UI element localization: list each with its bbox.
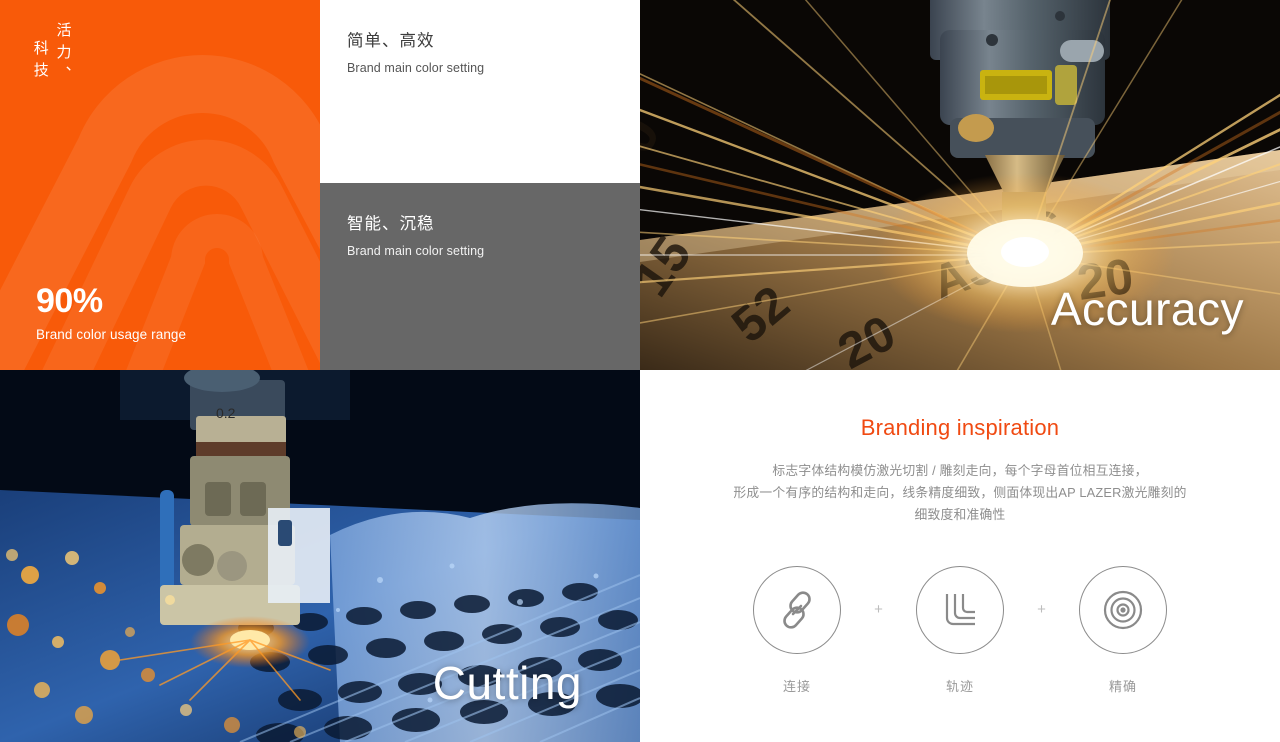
swatch-card-white: 简单、高效 Brand main color setting: [320, 0, 640, 183]
nested-corner-path-icon: [945, 594, 975, 626]
concept-icon-frame: [916, 566, 1004, 654]
concept-icon-frame: [1079, 566, 1167, 654]
brand-color-panel: 活力、 科技 90% Brand color usage range: [0, 0, 320, 370]
paragraph-line: 细致度和准确性: [914, 507, 1006, 522]
paragraph-line: 形成一个有序的结构和走向，线条精度细致，侧面体现出AP LAZER激光雕刻的: [733, 485, 1187, 500]
cutting-caption: Cutting: [432, 657, 582, 709]
concept-label: 精确: [1108, 679, 1137, 694]
vertical-brand-slogan: 活力、 科技: [0, 22, 320, 142]
concentric-target-icon: [1103, 590, 1143, 630]
brand-guideline-page: 活力、 科技 90% Brand color usage range 简单、高效…: [0, 0, 1280, 742]
concept-item-precision[interactable]: 精确: [1057, 566, 1190, 695]
stat-value: 90%: [36, 282, 103, 320]
accuracy-caption: Accuracy: [1050, 283, 1244, 335]
slogan-column-2: 科技: [31, 40, 49, 84]
inspiration-paragraph: 标志字体结构模仿激光切割 / 雕刻走向，每个字母首位相互连接， 形成一个有序的结…: [640, 460, 1280, 526]
plus-separator: +: [1037, 601, 1046, 618]
photo-cutting: 0.2 Cutting: [0, 370, 640, 742]
slogan-column-1: 活力、: [54, 22, 72, 88]
swatch-card-gray: 智能、沉稳 Brand main color setting: [320, 183, 640, 370]
branding-inspiration-section: Branding inspiration 标志字体结构模仿激光切割 / 雕刻走向…: [640, 370, 1280, 742]
concept-item-trajectory[interactable]: 轨迹: [894, 566, 1027, 695]
swatch-subtitle: Brand main color setting: [347, 60, 485, 75]
brand-swatch-column: 简单、高效 Brand main color setting 智能、沉稳 Bra…: [320, 0, 640, 370]
svg-text:0.2: 0.2: [216, 405, 236, 421]
concept-item-connect[interactable]: 连接: [731, 566, 864, 695]
concept-label: 轨迹: [945, 679, 974, 694]
swatch-title: 简单、高效: [347, 32, 435, 50]
plus-separator: +: [874, 601, 883, 618]
photo-accuracy: 70 15 52 20 A3 +C 20: [640, 0, 1280, 370]
swatch-subtitle: Brand main color setting: [347, 243, 485, 258]
inspiration-title: Branding inspiration: [860, 415, 1060, 440]
swatch-title: 智能、沉稳: [347, 215, 435, 233]
concept-icon-frame: [753, 566, 841, 654]
concept-label: 连接: [782, 679, 811, 694]
paragraph-line: 标志字体结构模仿激光切割 / 雕刻走向，每个字母首位相互连接，: [772, 463, 1148, 478]
chain-link-icon: [783, 591, 811, 629]
concept-icon-row: 连接 + 轨迹 + 精确: [640, 566, 1280, 695]
brand-color-usage-stat: 90% Brand color usage range: [36, 284, 186, 342]
stat-label: Brand color usage range: [36, 327, 187, 342]
